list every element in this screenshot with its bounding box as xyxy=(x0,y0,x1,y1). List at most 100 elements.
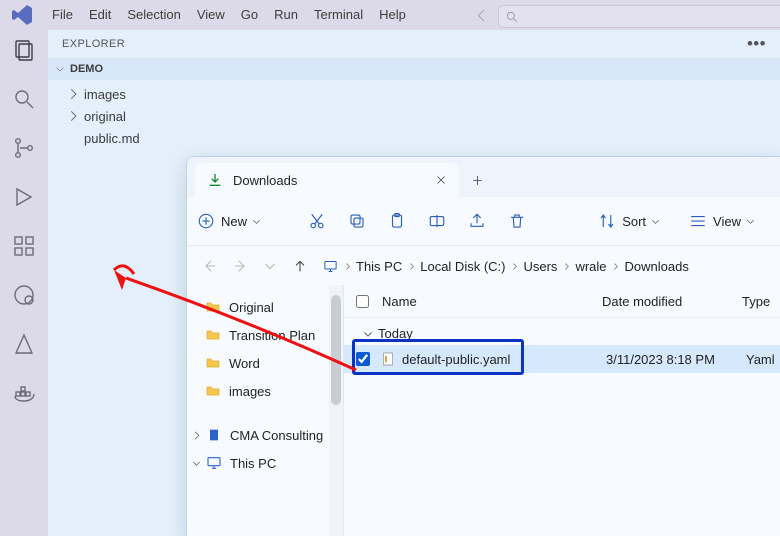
sort-icon xyxy=(598,212,616,230)
vscode-search-box[interactable] xyxy=(498,5,780,28)
chevron-down-icon xyxy=(650,216,661,227)
folder-icon xyxy=(205,355,221,371)
download-icon xyxy=(207,172,223,188)
fe-delete-button[interactable] xyxy=(508,212,526,230)
file-name: default-public.yaml xyxy=(402,352,606,367)
sidebar-tree: images original public.md xyxy=(48,80,780,149)
copy-icon xyxy=(348,212,366,230)
tree-folder-original[interactable]: original xyxy=(66,105,780,127)
arrow-up-icon xyxy=(292,258,308,274)
fe-new-tab-button[interactable] xyxy=(459,163,495,197)
crumb[interactable]: Downloads xyxy=(623,259,691,274)
fe-back-button[interactable] xyxy=(195,251,225,281)
menu-file[interactable]: File xyxy=(44,0,81,30)
search-icon xyxy=(505,10,519,24)
fe-tab-downloads[interactable]: Downloads xyxy=(195,163,459,197)
tree-file-public-md[interactable]: public.md xyxy=(66,127,780,149)
menu-terminal[interactable]: Terminal xyxy=(306,0,371,30)
col-date[interactable]: Date modified xyxy=(602,294,742,309)
building-icon xyxy=(206,427,222,443)
nav-item-this-pc[interactable]: This PC xyxy=(195,449,343,477)
scrollbar-thumb[interactable] xyxy=(331,295,341,405)
activity-azure[interactable] xyxy=(12,332,36,359)
nav-back-icon[interactable] xyxy=(474,8,489,23)
select-all-checkbox[interactable] xyxy=(356,295,369,308)
fe-recent-button[interactable] xyxy=(255,251,285,281)
nav-label: Transition Plan xyxy=(229,328,315,343)
tree-folder-images[interactable]: images xyxy=(66,83,780,105)
vscode-activity-bar xyxy=(0,30,48,536)
activity-explorer[interactable] xyxy=(12,38,36,65)
arrow-left-icon xyxy=(202,258,218,274)
fe-body: Original Transition Plan Word images CMA… xyxy=(187,285,780,536)
fe-sort-button[interactable]: Sort xyxy=(598,212,667,230)
col-name[interactable]: Name xyxy=(380,294,602,309)
fe-toolbar: New Sort View xyxy=(187,197,780,246)
fe-new-label: New xyxy=(221,214,247,229)
monitor-icon xyxy=(323,259,338,274)
fe-breadcrumbs[interactable]: This PC Local Disk (C:) Users wrale Down… xyxy=(323,259,691,274)
nav-item-word[interactable]: Word xyxy=(195,349,343,377)
nav-item-cma[interactable]: CMA Consulting xyxy=(195,421,343,449)
fe-view-button[interactable]: View xyxy=(689,212,762,230)
file-date: 3/11/2023 8:18 PM xyxy=(606,352,746,367)
chevron-right-icon xyxy=(66,87,80,101)
fe-share-button[interactable] xyxy=(468,212,486,230)
fe-cut-button[interactable] xyxy=(308,212,326,230)
fe-file-list[interactable]: Name Date modified Type Today default-pu… xyxy=(344,285,780,536)
sidebar-more-icon[interactable]: ••• xyxy=(747,41,766,47)
chevron-right-icon xyxy=(66,109,80,123)
nav-item-original[interactable]: Original xyxy=(195,293,343,321)
view-icon xyxy=(689,212,707,230)
nav-scrollbar[interactable] xyxy=(329,285,343,536)
crumb[interactable]: wrale xyxy=(573,259,608,274)
file-explorer-window: Downloads New Sort View xyxy=(186,156,780,536)
group-label-text: Today xyxy=(378,326,413,341)
fe-rename-button[interactable] xyxy=(428,212,446,230)
tree-label: public.md xyxy=(84,131,140,146)
chevron-right-icon xyxy=(510,262,519,271)
col-type[interactable]: Type xyxy=(742,294,780,309)
activity-extensions[interactable] xyxy=(12,234,36,261)
file-checkbox[interactable] xyxy=(356,352,370,366)
nav-item-images[interactable]: images xyxy=(195,377,343,405)
sidebar-root[interactable]: DEMO xyxy=(48,58,780,80)
cut-icon xyxy=(308,212,326,230)
fe-new-button[interactable]: New xyxy=(197,212,268,230)
activity-search[interactable] xyxy=(12,87,36,114)
file-row-default-public[interactable]: default-public.yaml 3/11/2023 8:18 PM Ya… xyxy=(344,345,780,373)
fe-up-button[interactable] xyxy=(285,251,315,281)
vscode-menubar: File Edit Selection View Go Run Terminal… xyxy=(0,0,780,30)
fe-sort-label: Sort xyxy=(622,214,646,229)
vscode-logo-icon xyxy=(10,3,34,27)
activity-source-control[interactable] xyxy=(12,136,36,163)
chevron-down-icon xyxy=(262,258,278,274)
nav-label: Original xyxy=(229,300,274,315)
fe-nav-pane[interactable]: Original Transition Plan Word images CMA… xyxy=(187,285,344,536)
group-today[interactable]: Today xyxy=(344,318,780,345)
activity-docker[interactable] xyxy=(12,381,36,408)
activity-remote[interactable] xyxy=(12,283,36,310)
crumb[interactable]: This PC xyxy=(354,259,404,274)
crumb[interactable]: Users xyxy=(521,259,559,274)
fe-paste-button[interactable] xyxy=(388,212,406,230)
close-icon[interactable] xyxy=(435,174,447,186)
monitor-icon xyxy=(206,455,222,471)
activity-run-debug[interactable] xyxy=(12,185,36,212)
menu-help[interactable]: Help xyxy=(371,0,414,30)
menu-selection[interactable]: Selection xyxy=(119,0,188,30)
menu-edit[interactable]: Edit xyxy=(81,0,119,30)
fe-tabstrip: Downloads xyxy=(187,157,780,197)
folder-icon xyxy=(205,327,221,343)
menu-run[interactable]: Run xyxy=(266,0,306,30)
fe-copy-button[interactable] xyxy=(348,212,366,230)
fe-view-label: View xyxy=(713,214,741,229)
crumb[interactable]: Local Disk (C:) xyxy=(418,259,507,274)
fe-forward-button[interactable] xyxy=(225,251,255,281)
nav-item-transition-plan[interactable]: Transition Plan xyxy=(195,321,343,349)
arrow-right-icon xyxy=(232,258,248,274)
menu-go[interactable]: Go xyxy=(233,0,266,30)
folder-icon xyxy=(205,299,221,315)
chevron-right-icon xyxy=(191,430,202,441)
menu-view[interactable]: View xyxy=(189,0,233,30)
